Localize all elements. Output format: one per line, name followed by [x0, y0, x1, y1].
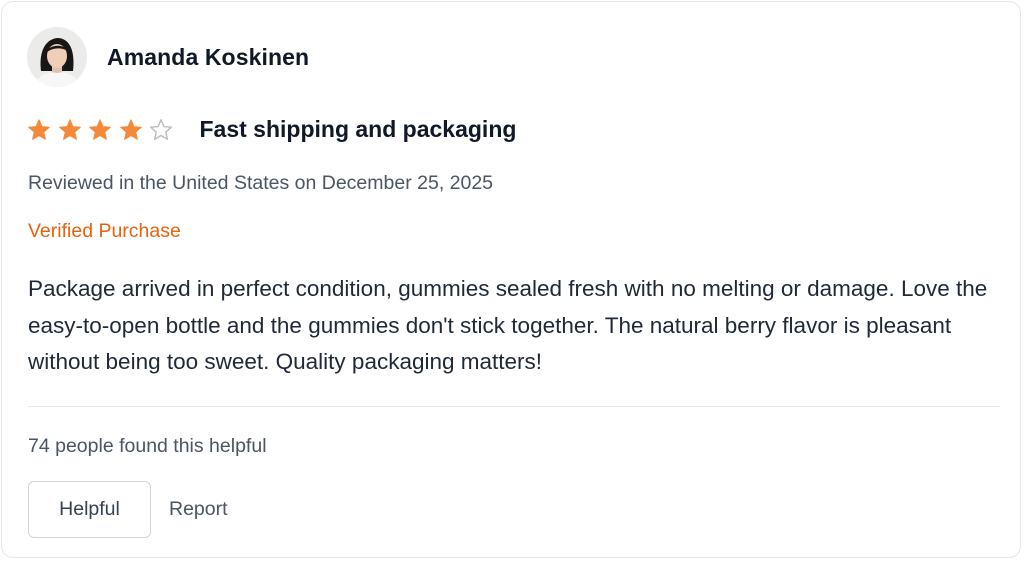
reviewer-name: Amanda Koskinen — [107, 43, 310, 70]
divider — [28, 406, 1000, 407]
review-body: Package arrived in perfect condition, gu… — [28, 276, 988, 374]
avatar[interactable] — [27, 27, 87, 87]
review-card: Amanda Koskinen Fast shipping and packag… — [1, 1, 1021, 558]
rating-row: Fast shipping and packaging — [27, 116, 516, 143]
helpful-button[interactable]: Helpful — [28, 481, 151, 538]
star-filled-icon — [119, 118, 142, 140]
review-header: Amanda Koskinen — [27, 27, 309, 87]
star-filled-icon — [89, 118, 111, 140]
report-button[interactable]: Report — [169, 498, 228, 521]
star-filled-icon — [58, 118, 81, 140]
review-title: Fast shipping and packaging — [199, 116, 517, 142]
star-rating — [27, 118, 180, 142]
verified-purchase-badge: Verified Purchase — [28, 220, 181, 242]
review-meta: Reviewed in the United States on Decembe… — [28, 172, 494, 194]
helpful-count: 74 people found this helpful — [28, 435, 267, 457]
review-actions: Helpful Report — [28, 481, 228, 538]
star-filled-icon — [28, 118, 50, 140]
star-empty-icon — [150, 118, 172, 140]
